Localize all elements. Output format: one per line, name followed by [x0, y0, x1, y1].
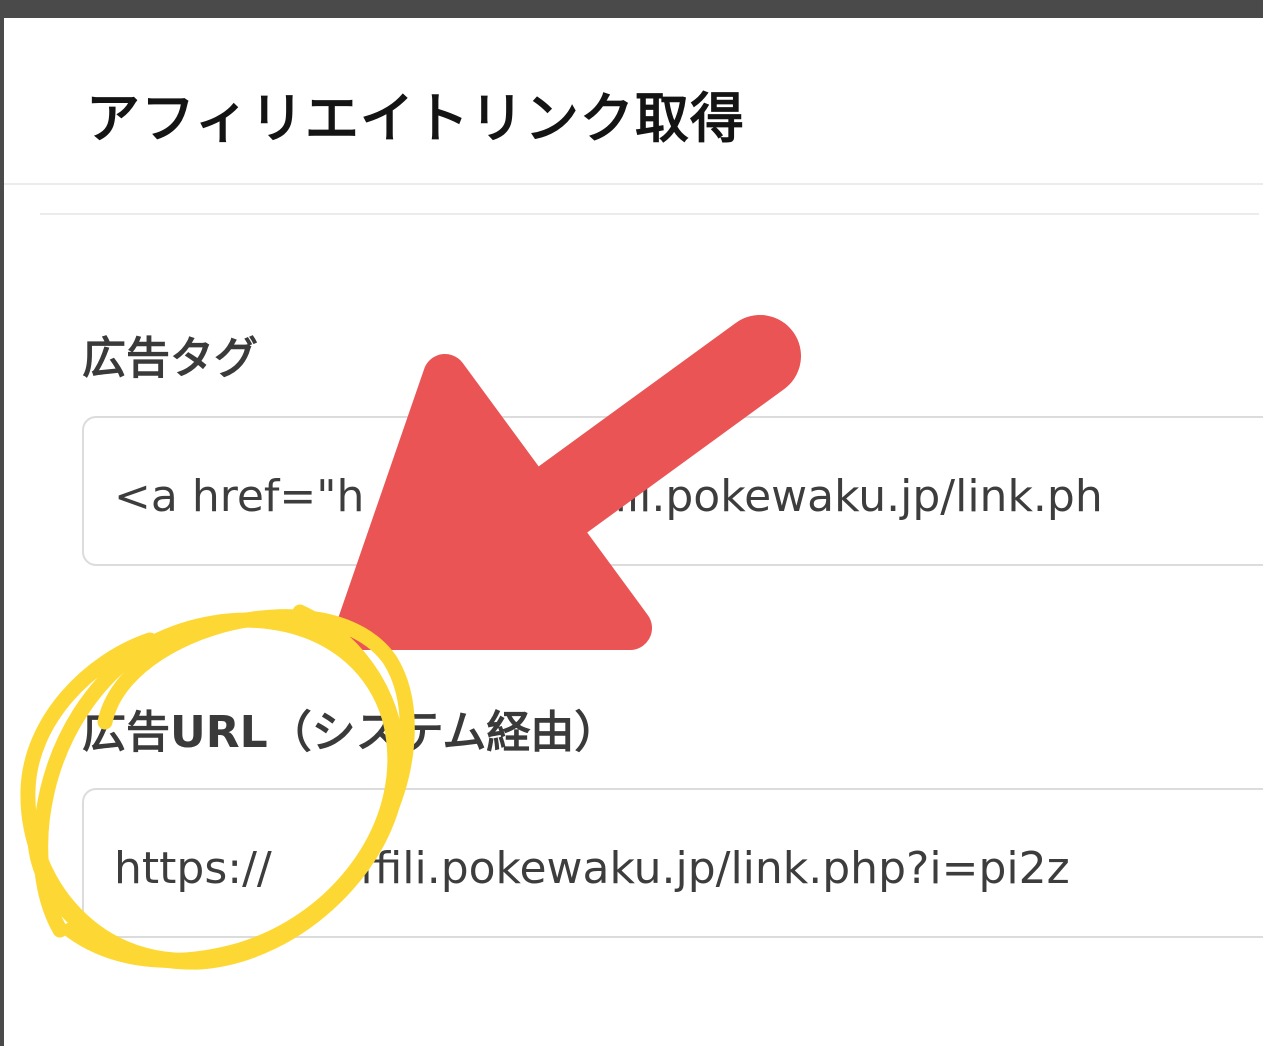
ad-url-value: https:// ffili.pokewaku.jp/link.php?i=pi…	[114, 843, 1070, 894]
modal-header: アフィリエイトリンク取得	[4, 18, 1263, 185]
ad-tag-field[interactable]: <a href="h ffili.pokewaku.jp/link.ph	[82, 416, 1263, 566]
section-divider	[40, 213, 1259, 215]
ad-url-label: 広告URL（システム経由）	[82, 707, 619, 758]
ad-tag-value: <a href="h ffili.pokewaku.jp/link.ph	[114, 471, 1103, 522]
ad-url-field[interactable]: https:// ffili.pokewaku.jp/link.php?i=pi…	[82, 788, 1263, 938]
window-frame-top	[0, 0, 1263, 18]
modal-title: アフィリエイトリンク取得	[86, 87, 745, 150]
ad-tag-label: 広告タグ	[82, 333, 258, 384]
